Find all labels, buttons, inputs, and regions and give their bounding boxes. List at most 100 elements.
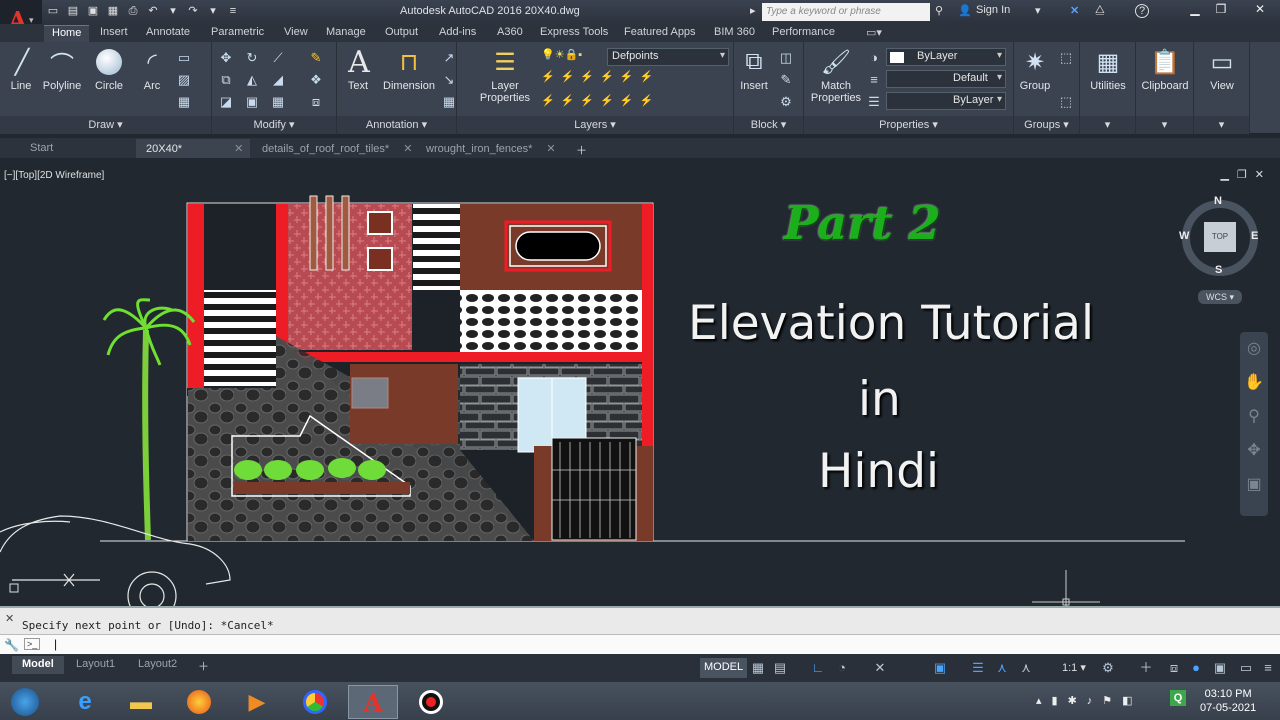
tab-view[interactable]: View [276, 25, 316, 42]
tab-add-ins[interactable]: Add-ins [431, 25, 484, 42]
annotation-visibility-icon[interactable]: ⋏ [994, 660, 1010, 676]
properties-panel-title[interactable]: Properties ▾ [804, 116, 1013, 134]
wcs-menu[interactable]: WCS ▾ [1198, 290, 1242, 304]
zoom-icon[interactable]: ⚲ [1240, 400, 1268, 434]
command-cursor[interactable]: | [54, 637, 57, 651]
exchange-apps-icon[interactable]: ✕ [1070, 4, 1079, 17]
line-button[interactable]: ╱ Line [6, 46, 36, 93]
annotation-scale[interactable]: 1:1 ▾ [1062, 661, 1086, 674]
clipboard-expand[interactable]: ▾ [1136, 116, 1193, 134]
array-icon[interactable]: ▦ [270, 94, 286, 110]
binoculars-icon[interactable]: ⚲ [935, 4, 943, 17]
rectangle-icon[interactable]: ▭ [176, 50, 192, 66]
ungroup-icon[interactable]: ⬚ [1058, 50, 1074, 66]
customize-status-icon[interactable]: ≡ [1260, 660, 1276, 676]
clipboard-button[interactable]: 📋 Clipboard [1138, 46, 1192, 93]
lineweight-dropdown[interactable]: ByLayer [886, 92, 1006, 110]
close-tab-icon[interactable]: ✕ [546, 143, 555, 155]
annotation-monitor-icon[interactable]: ＋ [1138, 660, 1154, 676]
viewcube-north[interactable]: N [1214, 195, 1222, 207]
taskbar-file-explorer[interactable]: ▬ [116, 685, 166, 719]
file-tab-iron-fences[interactable]: wrought_iron_fences* ✕ [416, 139, 566, 158]
units-icon[interactable]: ⧈ [1166, 660, 1182, 676]
auto-scale-icon[interactable]: ⋏ [1018, 660, 1034, 676]
color-dropdown[interactable]: ByLayer [886, 48, 1006, 66]
view-button[interactable]: ▭ View [1196, 46, 1248, 93]
tab-bim-360[interactable]: BIM 360 [706, 25, 763, 42]
erase-icon[interactable]: ✎ [308, 50, 324, 66]
gradient-icon[interactable]: ▦ [176, 94, 192, 110]
clean-screen-icon[interactable]: ▭ [1238, 660, 1254, 676]
restore-button[interactable]: ❐ [1206, 0, 1236, 20]
edit-block-icon[interactable]: ✎ [778, 72, 794, 88]
layer-dropdown[interactable]: Defpoints [607, 48, 729, 66]
qat-customize-icon[interactable]: ≡ [226, 4, 240, 18]
new-tab-button[interactable]: ＋ [566, 139, 597, 158]
lineweight-toggle-icon[interactable]: ☰ [970, 660, 986, 676]
snap-icon[interactable]: ▤ [772, 660, 788, 676]
view-expand[interactable]: ▾ [1194, 116, 1249, 134]
match-properties-button[interactable]: 🖌 Match Properties [808, 46, 864, 105]
system-tray-icons[interactable]: ▴▮✱♪⚑◧ [1036, 694, 1143, 707]
viewcube-east[interactable]: E [1251, 230, 1258, 242]
tray-app-icon[interactable]: Q [1170, 690, 1186, 706]
modify-panel-title[interactable]: Modify ▾ [212, 116, 336, 134]
tab-output[interactable]: Output [377, 25, 426, 42]
isolate-objects-icon[interactable]: ● [1188, 660, 1204, 676]
layers-panel-title[interactable]: Layers ▾ [457, 116, 733, 134]
polyline-button[interactable]: ⌒ Polyline [40, 46, 84, 93]
taskbar-recorder[interactable] [406, 685, 456, 719]
undo-dropdown-icon[interactable]: ▾ [166, 4, 180, 18]
rotate-icon[interactable]: ↻ [244, 50, 260, 66]
move-icon[interactable]: ✥ [218, 50, 234, 66]
arc-button[interactable]: ◜ Arc [136, 46, 168, 93]
tab-a360[interactable]: A360 [489, 25, 531, 42]
layer-properties-button[interactable]: ☰ Layer Properties [475, 46, 535, 105]
steering-wheel-icon[interactable]: ◎ [1240, 332, 1268, 366]
taskbar-firefox[interactable] [174, 685, 224, 719]
ribbon-minimize-icon[interactable]: ▭▾ [858, 25, 890, 42]
tab-parametric[interactable]: Parametric [203, 25, 272, 42]
print-icon[interactable]: ⎙ [126, 4, 140, 18]
viewcube-west[interactable]: W [1179, 230, 1189, 242]
layout-tab-layout2[interactable]: Layout2 [128, 656, 187, 674]
search-arrow-icon[interactable]: ▸ [750, 4, 756, 17]
save-icon[interactable]: ▣ [86, 4, 100, 18]
file-tab-20x40[interactable]: 20X40* ✕ [136, 139, 250, 158]
workspace-gear-icon[interactable]: ⚙ [1100, 660, 1116, 676]
taskbar-internet-explorer[interactable]: e [60, 685, 110, 719]
create-block-icon[interactable]: ◫ [778, 50, 794, 66]
utilities-expand[interactable]: ▾ [1080, 116, 1135, 134]
copy-icon[interactable]: ⧉ [218, 72, 234, 88]
customize-wrench-icon[interactable]: 🔧 [4, 638, 19, 652]
dimension-button[interactable]: ⊓ Dimension [381, 46, 437, 93]
showmotion-icon[interactable]: ▣ [1240, 468, 1268, 502]
add-layout-button[interactable]: ＋ [188, 656, 219, 674]
save-as-icon[interactable]: ▦ [106, 4, 120, 18]
taskbar-media-player[interactable]: ▶ [232, 685, 282, 719]
stretch-icon[interactable]: ◪ [218, 94, 234, 110]
tab-featured-apps[interactable]: Featured Apps [616, 25, 704, 42]
utilities-button[interactable]: ▦ Utilities [1082, 46, 1134, 93]
sign-in-dropdown-icon[interactable]: ▾ [1035, 4, 1041, 17]
group-select-icon[interactable]: ⬚ [1058, 94, 1074, 110]
layer-tools-row-2-icons[interactable]: ⚡⚡⚡⚡⚡⚡ [541, 94, 659, 107]
start-button[interactable] [0, 685, 50, 719]
close-tab-icon[interactable]: ✕ [403, 143, 412, 155]
layer-state-icons[interactable]: 💡☀🔒▪ [541, 48, 582, 61]
scale-icon[interactable]: ▣ [244, 94, 260, 110]
block-panel-title[interactable]: Block ▾ [734, 116, 803, 134]
table-icon[interactable]: ▦ [441, 94, 457, 110]
mirror-icon[interactable]: ◭ [244, 72, 260, 88]
file-tab-roof-tiles[interactable]: details_of_roof_roof_tiles* ✕ [252, 139, 422, 158]
taskbar-clock[interactable]: 03:10 PM 07-05-2021 [1200, 687, 1256, 715]
offset-icon[interactable]: ⧈ [308, 94, 324, 110]
tab-performance[interactable]: Performance [764, 25, 843, 42]
osnap-icon[interactable]: ▣ [932, 660, 948, 676]
layer-tools-row-1-icons[interactable]: ⚡⚡⚡⚡⚡⚡ [541, 70, 659, 83]
help-button[interactable]: ? [1135, 4, 1149, 18]
viewcube-top-face[interactable]: TOP [1204, 222, 1236, 252]
tab-annotate[interactable]: Annotate [138, 25, 198, 42]
drawing-area[interactable]: [−][Top][2D Wireframe] ▁❐✕ Part 2 Elevat… [0, 160, 1280, 606]
explode-icon[interactable]: ❖ [308, 72, 324, 88]
